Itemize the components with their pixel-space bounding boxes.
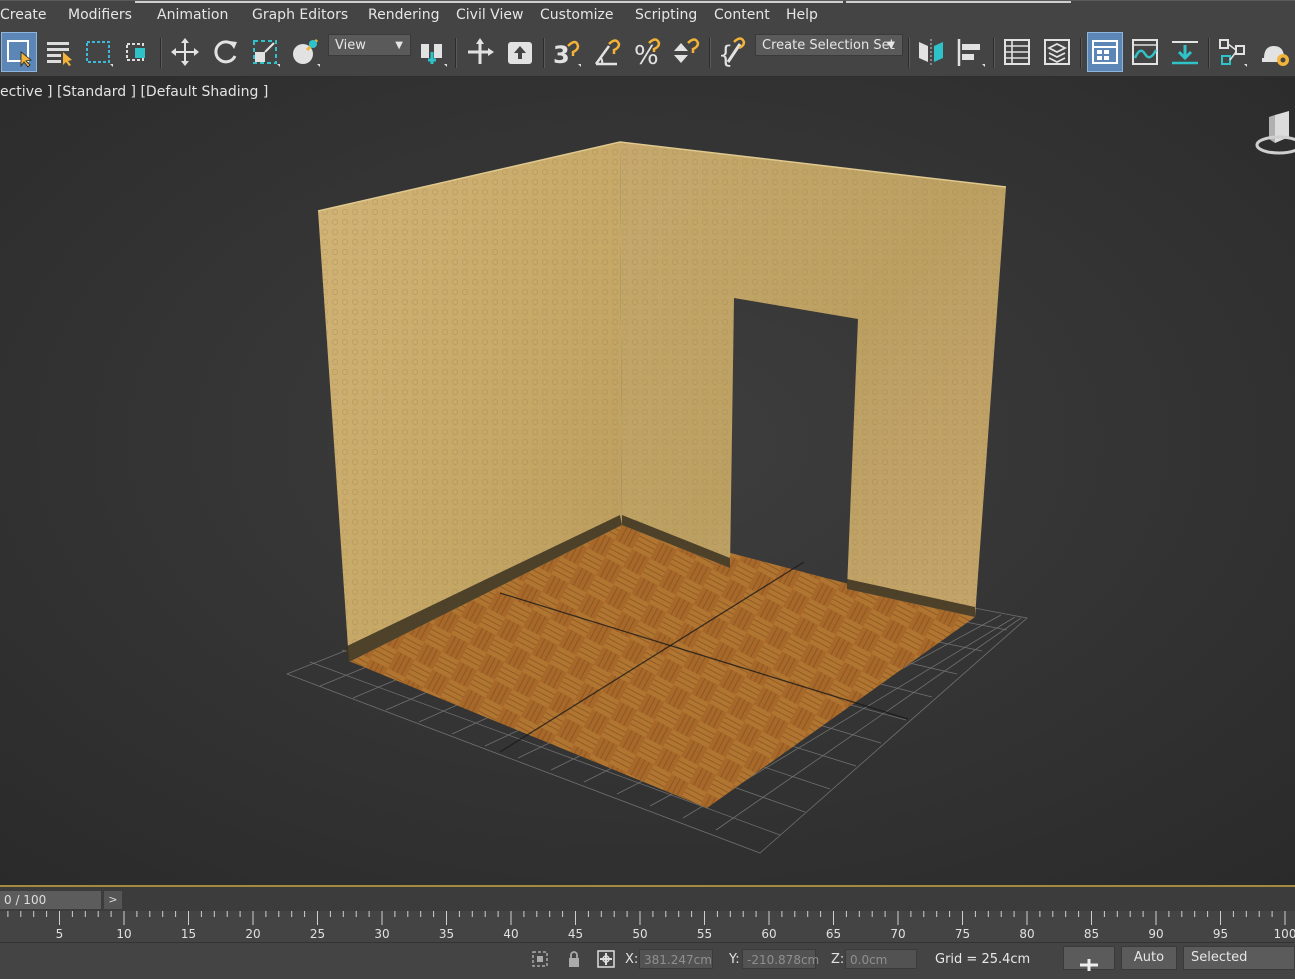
separator <box>543 38 545 68</box>
named-selection-set-dropdown[interactable]: Create Selection Set ▼ <box>755 34 903 56</box>
keyboard-override-icon[interactable] <box>502 32 538 72</box>
frame-tick-label: 15 <box>181 927 196 941</box>
frame-tick-label: 60 <box>761 927 776 941</box>
menu-content[interactable]: Content <box>714 7 770 23</box>
angle-snap-icon[interactable] <box>589 32 625 72</box>
menu-modifiers[interactable]: Modifiers <box>68 7 132 23</box>
separator <box>1080 38 1082 68</box>
chevron-down-icon: ▼ <box>395 40 403 51</box>
svg-text:%: % <box>634 41 659 68</box>
grid-spacing-readout: Grid = 25.4cm <box>935 952 1031 967</box>
absolute-mode-icon[interactable] <box>596 949 616 969</box>
window-crossing-icon[interactable] <box>119 32 155 72</box>
frame-tick-label: 45 <box>568 927 583 941</box>
menu-customize[interactable]: Customize <box>540 7 614 23</box>
key-icon <box>1080 959 1098 971</box>
menu-animation[interactable]: Animation <box>157 7 228 23</box>
ribbon-icon[interactable] <box>1087 32 1123 72</box>
title-strip <box>135 1 843 3</box>
chevron-down-icon: ▼ <box>887 40 895 51</box>
y-coordinate-field[interactable]: -210.878cm <box>742 949 819 969</box>
frame-tick-label: 50 <box>632 927 647 941</box>
mirror-icon[interactable] <box>913 32 949 72</box>
next-frame-button[interactable]: > <box>104 891 122 909</box>
viewcube-icon[interactable] <box>1255 107 1295 167</box>
frame-tick-label: 85 <box>1084 927 1099 941</box>
frame-tick-label: 100 <box>1274 927 1295 941</box>
frame-tick-label: 35 <box>439 927 454 941</box>
frame-tick-label: 30 <box>374 927 389 941</box>
separator <box>993 38 995 68</box>
set-key-button[interactable] <box>1063 946 1115 971</box>
menu-rendering[interactable]: Rendering <box>368 7 440 23</box>
time-slider-thumb[interactable]: 0 / 100 <box>0 891 101 909</box>
menu-bar: Create Modifiers Animation Graph Editors… <box>0 0 1295 31</box>
align-icon[interactable] <box>952 32 988 72</box>
schematic-view-icon[interactable] <box>1167 32 1203 72</box>
track-bar[interactable]: 5 10 15 20 25 30 35 40 45 50 55 60 65 70 75 80 85 90 95 100 <box>0 911 1295 942</box>
z-label: Z: <box>831 952 845 967</box>
key-filter-dropdown[interactable]: Selected <box>1183 946 1295 970</box>
snaps-toggle-icon[interactable]: 3 <box>548 32 584 72</box>
separator <box>1208 38 1210 68</box>
time-slider[interactable]: 0 / 100 > <box>0 885 1295 913</box>
main-toolbar: View ▼ 3 % { Create Selection Set ▼ <box>0 30 1295 77</box>
menu-help[interactable]: Help <box>786 7 818 23</box>
frame-tick-label: 20 <box>245 927 260 941</box>
frame-tick-label: 95 <box>1213 927 1228 941</box>
isolate-selection-icon[interactable] <box>530 949 550 969</box>
selection-lock-icon[interactable] <box>564 949 584 969</box>
z-coordinate-field[interactable]: 0.0cm <box>845 949 917 969</box>
x-coordinate-field[interactable]: 381.247cm <box>639 949 713 969</box>
material-editor-icon[interactable] <box>1214 32 1250 72</box>
placement-icon[interactable] <box>287 32 323 72</box>
select-object-icon[interactable] <box>1 32 37 72</box>
edit-named-sets-icon[interactable]: { <box>714 32 750 72</box>
svg-text:{: { <box>718 41 733 68</box>
separator <box>709 38 711 68</box>
percent-snap-icon[interactable]: % <box>629 32 665 72</box>
separator <box>455 38 457 68</box>
title-strip <box>846 1 1071 3</box>
status-bar: X: 381.247cm Y: -210.878cm Z: 0.0cm Grid… <box>0 942 1295 972</box>
curve-editor-icon[interactable] <box>1127 32 1163 72</box>
auto-key-button[interactable]: Auto <box>1121 946 1177 970</box>
viewport-label[interactable]: ective ] [Standard ] [Default Shading ] <box>0 84 268 100</box>
spinner-snap-icon[interactable] <box>668 32 704 72</box>
perspective-viewport[interactable]: ective ] [Standard ] [Default Shading ] <box>0 77 1295 885</box>
frame-tick-label: 40 <box>503 927 518 941</box>
render-setup-icon[interactable] <box>1256 32 1292 72</box>
x-label: X: <box>625 952 639 967</box>
reference-coordinate-value: View <box>335 38 366 53</box>
frame-tick-label: 90 <box>1148 927 1163 941</box>
frame-tick-label: 80 <box>1019 927 1034 941</box>
select-by-name-icon[interactable] <box>41 32 77 72</box>
frame-tick-label: 10 <box>116 927 131 941</box>
scene-explorer-icon[interactable] <box>999 32 1035 72</box>
move-icon[interactable] <box>167 32 203 72</box>
reference-coordinate-dropdown[interactable]: View ▼ <box>328 34 411 56</box>
separator <box>908 38 910 68</box>
layer-explorer-icon[interactable] <box>1039 32 1075 72</box>
y-label: Y: <box>729 952 740 967</box>
frame-tick-label: 5 <box>56 927 64 941</box>
frame-tick-label: 25 <box>310 927 325 941</box>
pivot-icon[interactable] <box>414 32 450 72</box>
menu-graph-editors[interactable]: Graph Editors <box>252 7 348 23</box>
separator <box>160 38 162 68</box>
frame-tick-label: 55 <box>697 927 712 941</box>
scene-canvas[interactable] <box>0 77 1295 885</box>
frame-tick-label: 70 <box>890 927 905 941</box>
track-bar-ruler: 5 10 15 20 25 30 35 40 45 50 55 60 65 70 75 80 85 90 95 100 <box>7 911 1295 941</box>
frame-tick-label: 75 <box>955 927 970 941</box>
menu-scripting[interactable]: Scripting <box>635 7 697 23</box>
menu-civil-view[interactable]: Civil View <box>456 7 523 23</box>
scale-icon[interactable] <box>247 32 283 72</box>
select-manipulate-icon[interactable] <box>462 32 498 72</box>
menu-create[interactable]: Create <box>0 7 47 23</box>
rotate-icon[interactable] <box>207 32 243 72</box>
named-selection-set-value: Create Selection Set <box>762 38 895 53</box>
rectangular-selection-icon[interactable] <box>80 32 116 72</box>
frame-tick-label: 65 <box>826 927 841 941</box>
